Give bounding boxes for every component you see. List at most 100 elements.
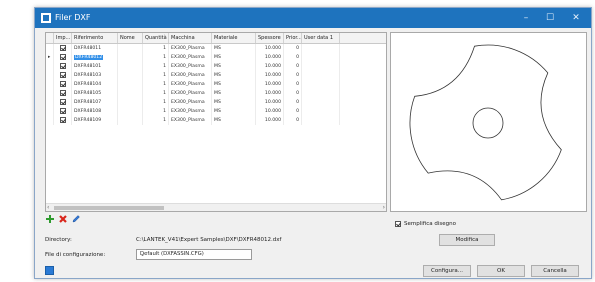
import-checkbox[interactable] <box>60 108 66 114</box>
user-cell <box>302 80 340 89</box>
header-quantity[interactable]: Quantità <box>143 33 169 43</box>
ok-button[interactable]: OK <box>477 265 525 277</box>
import-cell <box>54 116 72 125</box>
material-cell: MS <box>212 80 256 89</box>
thickness-cell: 10.000 <box>256 107 284 116</box>
header-marker <box>46 33 54 43</box>
header-machine[interactable]: Macchina <box>169 33 212 43</box>
table-row[interactable]: DXFR48104 1 EX300_Plasma MS 10.000 0 <box>46 80 386 89</box>
header-import[interactable]: Imp... <box>54 33 72 43</box>
import-checkbox[interactable] <box>60 72 66 78</box>
qty-cell: 1 <box>143 107 169 116</box>
header-name[interactable]: Nome <box>118 33 143 43</box>
machine-cell: EX300_Plasma <box>169 89 212 98</box>
directory-path: C:\LANTEK_V41\Expert Samples\DXF\DXFR480… <box>136 237 282 243</box>
part-preview-drawing <box>409 44 562 201</box>
import-checkbox[interactable] <box>60 99 66 105</box>
qty-cell: 1 <box>143 116 169 125</box>
header-material[interactable]: Materiale <box>212 33 256 43</box>
row-marker <box>46 116 54 125</box>
machine-cell: EX300_Plasma <box>169 107 212 116</box>
files-grid: Imp... Riferimento Nome Quantità Macchin… <box>45 32 387 212</box>
table-row[interactable]: DXFR48109 1 EX300_Plasma MS 10.000 0 <box>46 116 386 125</box>
name-cell <box>118 116 143 125</box>
ref-cell: DXFR48101 <box>72 62 118 71</box>
scroll-right-icon[interactable]: › <box>383 204 385 211</box>
priority-cell: 0 <box>284 62 302 71</box>
selected-reference[interactable]: DXFR48012 <box>74 55 104 60</box>
user-cell <box>302 62 340 71</box>
cancel-button[interactable]: Cancella <box>531 265 579 277</box>
chevron-down-icon[interactable]: ⌄ <box>140 250 249 259</box>
import-checkbox[interactable] <box>60 117 66 123</box>
import-checkbox[interactable] <box>60 90 66 96</box>
table-row[interactable]: DXFR48101 1 EX300_Plasma MS 10.000 0 <box>46 62 386 71</box>
import-checkbox[interactable] <box>60 81 66 87</box>
priority-cell: 0 <box>284 71 302 80</box>
table-row[interactable]: DXFR48107 1 EX300_Plasma MS 10.000 0 <box>46 98 386 107</box>
name-cell <box>118 53 143 62</box>
import-cell <box>54 98 72 107</box>
header-priority[interactable]: Prior... <box>284 33 302 43</box>
priority-cell: 0 <box>284 116 302 125</box>
material-cell: MS <box>212 116 256 125</box>
name-cell <box>118 107 143 116</box>
ref-cell: DXFR48108 <box>72 107 118 116</box>
modify-button[interactable]: Modifica <box>439 234 495 246</box>
ref-cell: DXFR48012 <box>72 53 118 62</box>
close-button[interactable]: ✕ <box>565 10 587 26</box>
minimize-button[interactable]: – <box>515 10 537 26</box>
row-marker <box>46 98 54 107</box>
name-cell <box>118 80 143 89</box>
material-cell: MS <box>212 53 256 62</box>
thickness-cell: 10.000 <box>256 62 284 71</box>
import-checkbox[interactable] <box>60 63 66 69</box>
table-row[interactable]: DXFR48108 1 EX300_Plasma MS 10.000 0 <box>46 107 386 116</box>
delete-x-icon[interactable] <box>58 214 68 224</box>
user-cell <box>302 89 340 98</box>
maximize-button[interactable]: ☐ <box>539 10 561 26</box>
grid-header: Imp... Riferimento Nome Quantità Macchin… <box>46 33 386 44</box>
import-checkbox[interactable] <box>60 45 66 51</box>
thickness-cell: 10.000 <box>256 116 284 125</box>
simplify-drawing-checkbox[interactable] <box>395 221 401 227</box>
import-cell <box>54 62 72 71</box>
table-row[interactable]: DXFR48105 1 EX300_Plasma MS 10.000 0 <box>46 89 386 98</box>
user-cell <box>302 98 340 107</box>
table-row[interactable]: ▸ DXFR48012 1 EX300_Plasma MS 10.000 0 <box>46 53 386 62</box>
ref-cell: DXFR48109 <box>72 116 118 125</box>
table-row[interactable]: DXFR48011 1 EX300_Plasma MS 10.000 0 <box>46 44 386 53</box>
header-user-data[interactable]: User data 1 <box>302 33 340 43</box>
scrollbar-thumb[interactable] <box>54 206 164 210</box>
name-cell <box>118 98 143 107</box>
qty-cell: 1 <box>143 80 169 89</box>
plus-icon[interactable] <box>45 214 55 224</box>
window-title: Filer DXF <box>55 13 91 22</box>
info-icon[interactable] <box>45 266 54 275</box>
ref-cell: DXFR48103 <box>72 71 118 80</box>
ref-cell: DXFR48105 <box>72 89 118 98</box>
config-file-select[interactable]: Default (DXFASSIN.CFG) ⌄ <box>136 249 252 260</box>
machine-cell: EX300_Plasma <box>169 116 212 125</box>
header-thickness[interactable]: Spessore <box>256 33 284 43</box>
qty-cell: 1 <box>143 89 169 98</box>
header-reference[interactable]: Riferimento <box>72 33 118 43</box>
import-checkbox[interactable] <box>60 54 66 60</box>
thickness-cell: 10.000 <box>256 98 284 107</box>
import-cell <box>54 44 72 53</box>
user-cell <box>302 44 340 53</box>
qty-cell: 1 <box>143 53 169 62</box>
title-bar: Filer DXF – ☐ ✕ <box>35 8 591 28</box>
import-cell <box>54 107 72 116</box>
configure-button[interactable]: Configura... <box>423 265 471 277</box>
edit-pencil-icon[interactable] <box>71 214 81 224</box>
machine-cell: EX300_Plasma <box>169 80 212 89</box>
user-cell <box>302 107 340 116</box>
table-row[interactable]: DXFR48103 1 EX300_Plasma MS 10.000 0 <box>46 71 386 80</box>
scroll-left-icon[interactable]: ‹ <box>47 204 49 211</box>
dxf-filter-window: Filer DXF – ☐ ✕ Imp... Riferimento Nome … <box>34 7 592 279</box>
machine-cell: EX300_Plasma <box>169 53 212 62</box>
ref-cell: DXFR48104 <box>72 80 118 89</box>
material-cell: MS <box>212 107 256 116</box>
horizontal-scrollbar[interactable]: ‹ › <box>46 203 386 211</box>
